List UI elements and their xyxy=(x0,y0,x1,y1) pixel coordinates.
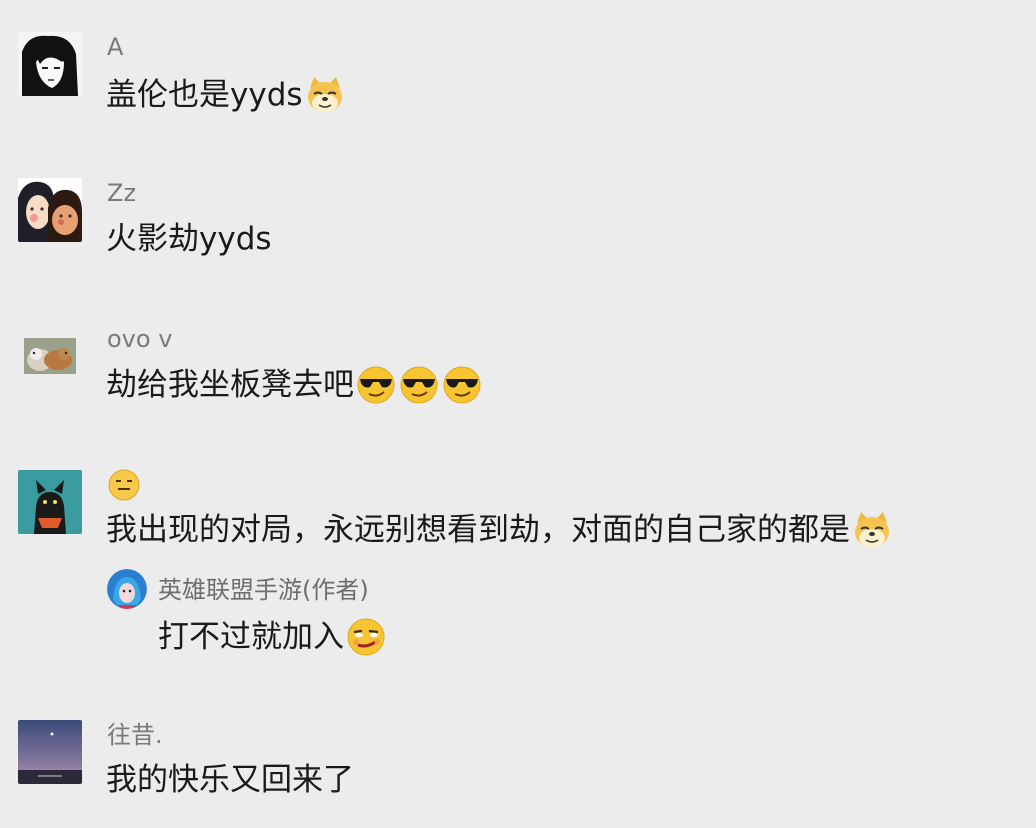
comment-text-row: 我的快乐又回来了 xyxy=(106,760,354,800)
avatar[interactable] xyxy=(18,32,82,96)
reply-text-row: 打不过就加入 xyxy=(158,616,387,658)
reply-username[interactable]: 英雄联盟手游(作者) xyxy=(158,575,369,605)
username[interactable]: ovo v xyxy=(107,324,172,354)
username[interactable]: 往昔. xyxy=(107,720,163,750)
sunglasses-smirk-icon xyxy=(441,364,483,406)
reply-text: 打不过就加入 xyxy=(158,619,344,655)
comment-text: 盖伦也是yyds xyxy=(106,77,303,113)
comment-text-row: 我出现的对局，永远别想看到劫，对面的自己家的都是 xyxy=(106,509,893,551)
username[interactable]: A xyxy=(107,32,123,62)
sunglasses-smirk-icon xyxy=(355,364,397,406)
expressionless-face-icon xyxy=(107,468,141,502)
sunglasses-smirk-icon xyxy=(398,364,440,406)
doge-icon xyxy=(851,509,893,551)
username-emoji-row[interactable] xyxy=(107,468,141,509)
comment-text: 我的快乐又回来了 xyxy=(106,762,354,798)
comment-text: 火影劫yyds xyxy=(106,221,272,257)
avatar[interactable] xyxy=(18,470,82,534)
doge-icon xyxy=(304,74,346,116)
reply-avatar[interactable] xyxy=(107,569,147,609)
comment-text-row: 劫给我坐板凳去吧 xyxy=(106,364,483,406)
avatar[interactable] xyxy=(18,720,82,784)
comment-text: 我出现的对局，永远别想看到劫，对面的自己家的都是 xyxy=(106,512,850,548)
comment-text-row: 火影劫yyds xyxy=(106,219,272,259)
comment-text-row: 盖伦也是yyds xyxy=(106,74,346,116)
username[interactable]: Zz xyxy=(107,178,136,208)
avatar[interactable] xyxy=(18,324,82,388)
smirk-face-icon xyxy=(345,616,387,658)
comment-text: 劫给我坐板凳去吧 xyxy=(106,367,354,403)
avatar[interactable] xyxy=(18,178,82,242)
